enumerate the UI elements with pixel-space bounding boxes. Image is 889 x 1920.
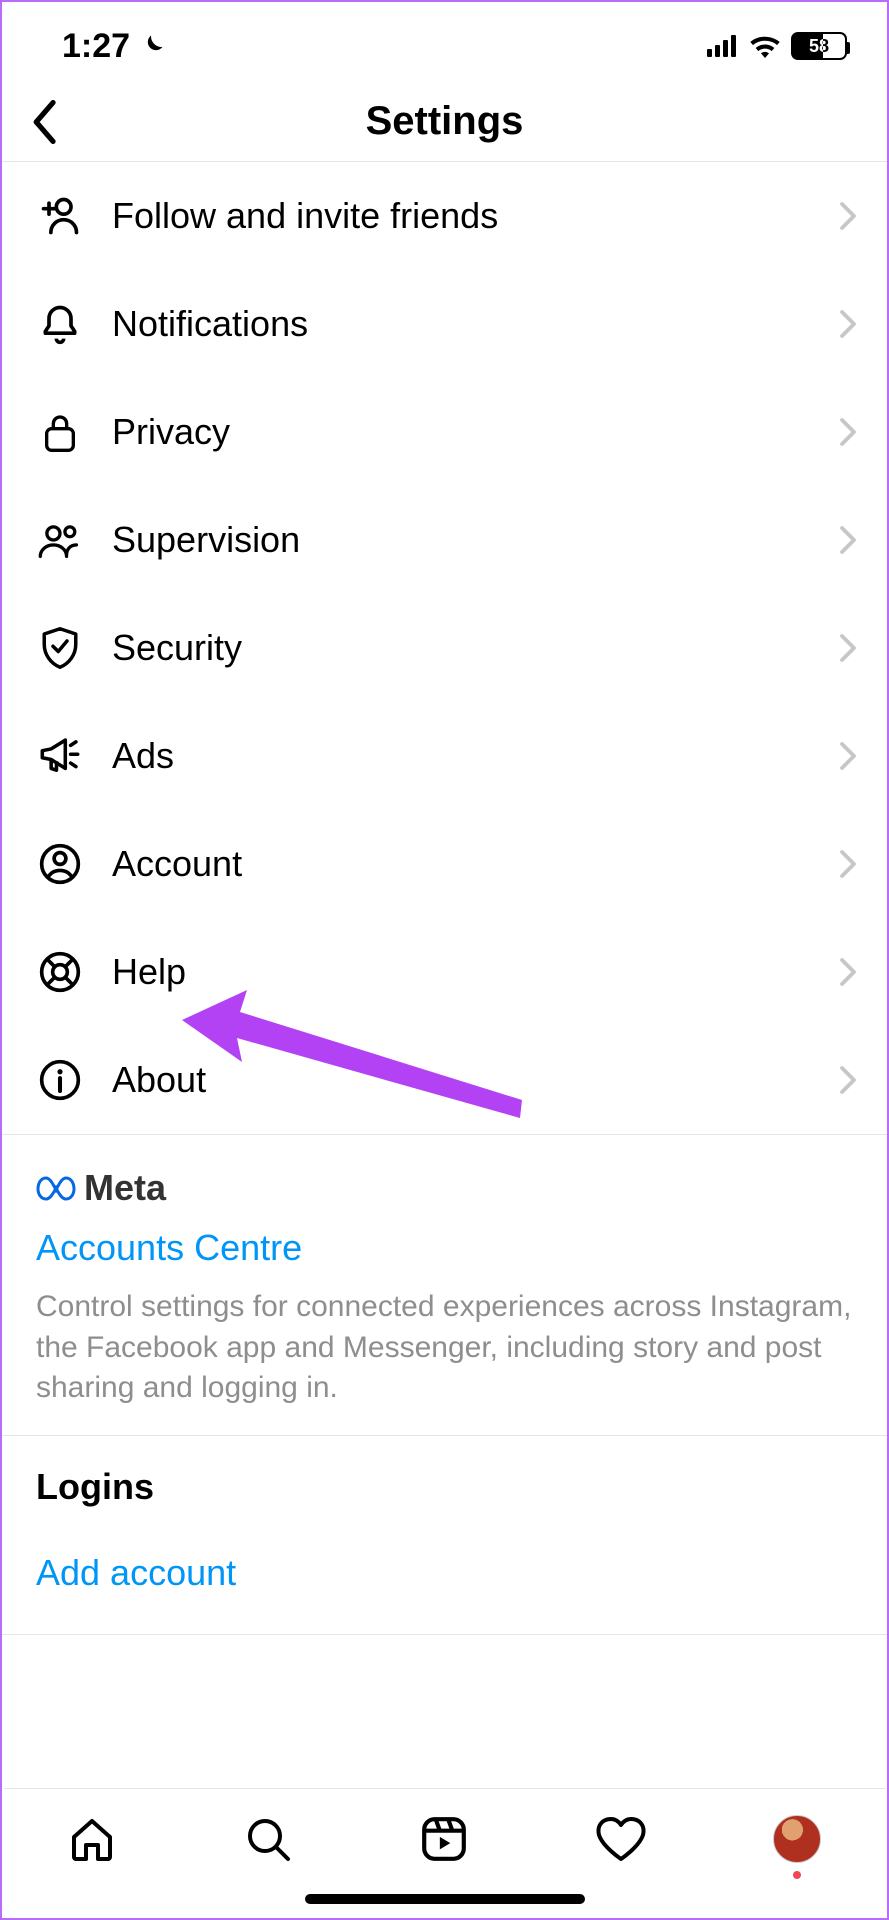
back-button[interactable] <box>22 100 66 144</box>
moon-icon <box>138 32 166 60</box>
setting-row-invite[interactable]: Follow and invite friends <box>2 162 887 270</box>
setting-label: Security <box>112 627 811 669</box>
reels-icon <box>419 1814 469 1864</box>
person-plus-icon <box>36 192 84 240</box>
setting-row-ads[interactable]: Ads <box>2 702 887 810</box>
accounts-centre-link[interactable]: Accounts Centre <box>36 1227 853 1269</box>
chevron-right-icon <box>839 741 857 771</box>
cellular-signal-icon <box>707 35 739 57</box>
setting-label: Help <box>112 951 811 993</box>
setting-row-notifications[interactable]: Notifications <box>2 270 887 378</box>
chevron-right-icon <box>839 633 857 663</box>
bottom-nav <box>4 1788 885 1918</box>
logins-section: Logins Add account <box>2 1436 887 1635</box>
bell-icon <box>36 300 84 348</box>
chevron-right-icon <box>839 201 857 231</box>
battery-level: 58 <box>809 36 829 57</box>
meta-section: Meta Accounts Centre Control settings fo… <box>2 1135 887 1436</box>
page-title: Settings <box>366 99 524 144</box>
heart-icon <box>595 1815 647 1863</box>
chevron-right-icon <box>839 525 857 555</box>
page-header: Settings <box>2 82 887 162</box>
setting-label: Privacy <box>112 411 811 453</box>
person-circle-icon <box>36 840 84 888</box>
nav-profile[interactable] <box>767 1809 827 1869</box>
shield-check-icon <box>36 624 84 672</box>
logins-title: Logins <box>36 1466 853 1508</box>
setting-row-about[interactable]: About <box>2 1026 887 1134</box>
nav-search[interactable] <box>238 1809 298 1869</box>
status-time: 1:27 <box>62 27 130 66</box>
status-time-group: 1:27 <box>62 27 166 66</box>
setting-label: Notifications <box>112 303 811 345</box>
setting-label: Account <box>112 843 811 885</box>
megaphone-icon <box>36 732 84 780</box>
setting-label: About <box>112 1059 811 1101</box>
setting-row-privacy[interactable]: Privacy <box>2 378 887 486</box>
nav-reels[interactable] <box>414 1809 474 1869</box>
setting-row-security[interactable]: Security <box>2 594 887 702</box>
add-account-link[interactable]: Add account <box>36 1552 853 1594</box>
chevron-right-icon <box>839 309 857 339</box>
lifebuoy-icon <box>36 948 84 996</box>
meta-logo-icon <box>36 1174 76 1202</box>
chevron-right-icon <box>839 1065 857 1095</box>
home-icon <box>68 1815 116 1863</box>
avatar-icon <box>773 1815 821 1863</box>
setting-label: Follow and invite friends <box>112 195 811 237</box>
status-bar: 1:27 58 <box>2 2 887 82</box>
chevron-left-icon <box>30 100 58 144</box>
search-icon <box>244 1815 292 1863</box>
setting-row-supervision[interactable]: Supervision <box>2 486 887 594</box>
nav-activity[interactable] <box>591 1809 651 1869</box>
setting-label: Ads <box>112 735 811 777</box>
meta-description: Control settings for connected experienc… <box>36 1287 853 1409</box>
settings-list: Follow and invite friends Notifications … <box>2 162 887 1135</box>
notification-dot-icon <box>793 1871 801 1879</box>
chevron-right-icon <box>839 849 857 879</box>
setting-row-account[interactable]: Account <box>2 810 887 918</box>
wifi-icon <box>749 34 781 58</box>
setting-label: Supervision <box>112 519 811 561</box>
chevron-right-icon <box>839 417 857 447</box>
home-indicator <box>305 1894 585 1904</box>
people-icon <box>36 516 84 564</box>
info-icon <box>36 1056 84 1104</box>
nav-home[interactable] <box>62 1809 122 1869</box>
status-indicators: 58 <box>707 32 847 60</box>
meta-brand: Meta <box>36 1167 853 1209</box>
meta-brand-text: Meta <box>84 1167 166 1209</box>
battery-icon: 58 <box>791 32 847 60</box>
setting-row-help[interactable]: Help <box>2 918 887 1026</box>
lock-icon <box>36 408 84 456</box>
chevron-right-icon <box>839 957 857 987</box>
